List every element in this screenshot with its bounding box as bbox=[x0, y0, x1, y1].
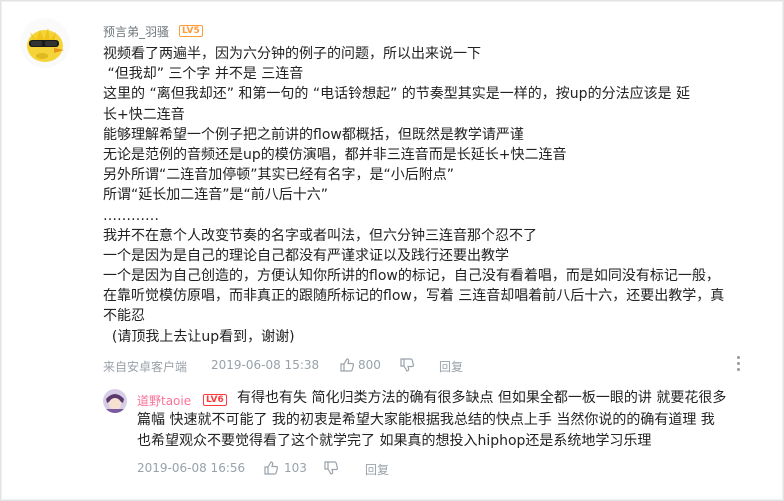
comment-line: 一个是因为是自己的理论自己都没有严谨求证以及践行还要出教学 bbox=[103, 247, 509, 264]
reply-meta: 2019-06-08 16:56 103 回复 bbox=[137, 461, 737, 477]
bird-avatar-icon bbox=[27, 28, 64, 62]
comment-line: 视频看了两遍半，因为六分钟的例子的问题，所以出来说一下 bbox=[103, 46, 481, 62]
comment-line: 这里的 “离但我却还” 和第一句的 “电话铃想起” 的节奏型其实是一样的，按up… bbox=[103, 86, 691, 103]
dislike-icon[interactable] bbox=[323, 460, 339, 476]
comment-line: 我并不在意个人改变节奏的名字或者叫法，但六分钟三连音那个忍不了 bbox=[103, 227, 537, 244]
client-source: 来自安卓客户端 bbox=[103, 360, 188, 374]
comment-meta: 来自安卓客户端 2019-06-08 15:38 800 回复 bbox=[103, 358, 743, 374]
comment-line: 在靠听觉模仿原唱，而非真正的跟随所标记的flow，写着 三连音却唱着前八后十六，… bbox=[103, 288, 725, 305]
comment-line: 所谓“延长加二连音”是“前八后十六” bbox=[103, 187, 329, 204]
comment-line: “但我却” 三个字 并不是 三连音 bbox=[103, 66, 304, 83]
reply-avatar[interactable] bbox=[103, 389, 127, 413]
timestamp: 2019-06-08 15:38 bbox=[211, 358, 320, 372]
like-icon[interactable] bbox=[339, 357, 355, 373]
more-icon[interactable] bbox=[736, 356, 742, 374]
comment-line: ………… bbox=[103, 207, 159, 224]
comment-line: 一个是因为自己创造的，方便认知你所讲的flow的标记，自己没有看着唱，而是如同没… bbox=[103, 268, 720, 285]
reply-reply-button[interactable]: 回复 bbox=[365, 461, 389, 478]
level-badge: LV5 bbox=[179, 25, 203, 37]
reply-text: 有得也有失 简化归类方法的确有很多缺点 但如果全都一板一眼的讲 就要花很多 篇幅… bbox=[137, 388, 773, 453]
comment-line: 无论是范例的音频还是up的模仿演唱，都并非三连音而是长延长+快二连音 bbox=[103, 146, 567, 163]
comment-line: 不能忍 bbox=[103, 308, 145, 325]
comment-text: 视频看了两遍半，因为六分钟的例子的问题，所以出来说一下 “但我却” 三个字 并不… bbox=[103, 44, 763, 347]
username[interactable]: 预言弟_羽骚 bbox=[103, 23, 169, 40]
reply-line: 有得也有失 简化归类方法的确有很多缺点 但如果全都一板一眼的讲 就要花很多 bbox=[237, 390, 727, 406]
reply-like-count: 103 bbox=[284, 461, 307, 475]
dislike-icon[interactable] bbox=[399, 357, 415, 373]
character-avatar-icon bbox=[103, 389, 127, 413]
reply-line: 篇幅 快速就不可能了 我的初衷是希望大家能根据我总结的快点上手 当然你说的的确有… bbox=[137, 411, 715, 428]
comment-line: 能够理解希望一个例子把之前讲的flow都概括，但既然是教学请严谨 bbox=[103, 126, 524, 143]
reply-timestamp: 2019-06-08 16:56 bbox=[137, 461, 246, 475]
like-icon[interactable] bbox=[263, 460, 279, 476]
reply-line: 也希望观众不要觉得看了这个就学完了 如果真的想投入hiphop还是系统地学习乐理 bbox=[137, 433, 652, 449]
comment-line: 长+快二连音 bbox=[103, 106, 185, 123]
like-count: 800 bbox=[358, 358, 381, 372]
comment-line: 另外所谓“二连音加停顿”其实已经有名字，是“小后附点” bbox=[103, 167, 455, 184]
user-avatar[interactable] bbox=[20, 18, 70, 68]
reply-button[interactable]: 回复 bbox=[439, 358, 463, 375]
comment-line: (请顶我上去让up看到，谢谢) bbox=[103, 328, 295, 345]
